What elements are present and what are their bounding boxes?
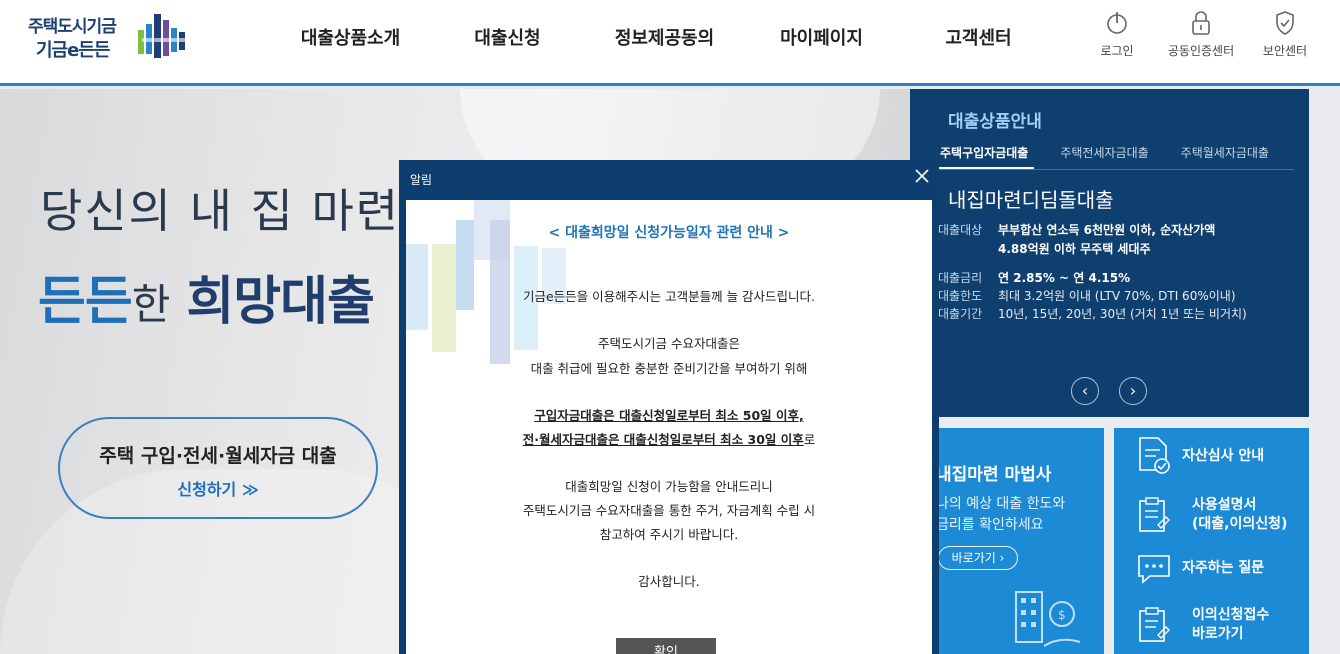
wizard-title: 내집마련 마법사 (936, 465, 1052, 485)
lock-icon (1192, 11, 1210, 35)
user-manual-label-line: 사용설명서 (1192, 497, 1257, 513)
clipboard-edit-icon (1139, 607, 1170, 642)
product-row-limit: 대출한도 최대 3.2억원 이내 (LTV 70%, DTI 60%이내) (938, 287, 1236, 304)
modal-paragraph: 주택도시기금 수요자대출을 통한 주거, 자금계획 수립 시 (522, 503, 816, 518)
modal-title: < 대출희망일 신청가능일자 관련 안내 > (548, 225, 790, 241)
logo-text-line2: 기금e든든 (36, 40, 110, 61)
wizard-desc-line: 나의 예상 대출 한도와 (936, 496, 1066, 512)
document-check-icon (1139, 437, 1170, 474)
tab-purchase-loan[interactable]: 주택구입자금대출 (934, 137, 1035, 169)
modal-emphasis: 구입자금대출은 대출신청일로부터 최소 50일 이후, (534, 408, 804, 423)
tab-monthly-rent-loan[interactable]: 주택월세자금대출 (1175, 137, 1275, 169)
row-value: 10년, 15년, 20년, 30년 (거치 1년 또는 비거치) (998, 307, 1247, 321)
close-icon[interactable] (913, 167, 931, 185)
hero-subheadline: 든든한 희망대출 (38, 259, 375, 334)
row-key: 대출기간 (938, 307, 983, 321)
site-header: 주택도시기금 기금e든든 대출상품소개 대출신청 정보제공동의 마이페이지 고객… (0, 0, 1340, 86)
modal-header: 알림 (410, 173, 433, 187)
row-key: 대출대상 (938, 223, 983, 237)
logo-text-line1: 주택도시기금 (28, 17, 117, 37)
modal-emphasis-tail: 로 (803, 432, 816, 447)
login-link[interactable]: 로그인 (1082, 10, 1152, 59)
asset-review-link[interactable]: 자산심사 안내 (1136, 434, 1306, 478)
certificate-center-label: 공동인증센터 (1167, 44, 1235, 58)
hero-subheadline-part: 든든 (38, 272, 133, 332)
svg-text:$: $ (1058, 608, 1066, 622)
utility-menu: 로그인 공동인증센터 보안센터 (1082, 10, 1320, 59)
apply-loan-button[interactable]: 주택 구입·전세·월세자금 대출 신청하기 ≫ (58, 417, 378, 519)
asset-review-label: 자산심사 안내 (1182, 447, 1265, 464)
nav-customer-center[interactable]: 고객센터 (900, 22, 1057, 52)
row-value: 연 2.85% ~ 연 4.15% (998, 271, 1131, 285)
product-name: 내집마련디딤돌대출 (948, 188, 1114, 212)
tab-jeonse-loan[interactable]: 주택전세자금대출 (1054, 137, 1154, 169)
main-navigation: 대출상품소개 대출신청 정보제공동의 마이페이지 고객센터 (272, 22, 1057, 52)
login-label: 로그인 (1100, 44, 1134, 58)
objection-link[interactable]: 이의신청접수바로가기 (1136, 600, 1306, 650)
security-center-link[interactable]: 보안센터 (1250, 10, 1320, 59)
product-row-period: 대출기간 10년, 15년, 20년, 30년 (거치 1년 또는 비거치) (938, 305, 1247, 322)
nav-mypage[interactable]: 마이페이지 (743, 22, 900, 52)
shield-icon (1276, 11, 1294, 35)
modal-emphasis-line: 전·월세자금대출은 대출신청일로부터 최소 30일 이후로 (406, 429, 932, 448)
loan-product-panel: 대출상품안내 주택구입자금대출 주택전세자금대출 주택월세자금대출 내집마련디딤… (910, 89, 1309, 417)
row-key: 대출한도 (938, 289, 983, 303)
objection-label-line: 바로가기 (1192, 626, 1244, 642)
objection-label-line: 이의신청접수 (1192, 607, 1270, 623)
product-prev-button[interactable]: ‹ (1071, 377, 1099, 405)
nav-loan-products[interactable]: 대출상품소개 (272, 22, 429, 52)
product-tabs: 주택구입자금대출 주택전세자금대출 주택월세자금대출 (934, 137, 1294, 170)
modal-emphasis: 전·월세자금대출은 대출신청일로부터 최소 30일 이후 (522, 432, 804, 447)
chat-bubble-icon (1138, 555, 1170, 584)
faq-label: 자주하는 질문 (1182, 559, 1265, 576)
modal-closing: 감사합니다. (638, 574, 700, 589)
user-manual-label-line: (대출,이의신청) (1192, 516, 1288, 532)
security-center-label: 보안센터 (1262, 44, 1308, 58)
confirm-button[interactable]: 확인 (616, 638, 716, 654)
product-panel-title: 대출상품안내 (948, 112, 1042, 132)
home-loan-wizard: 내집마련 마법사 나의 예상 대출 한도와 금리를 확인하세요 바로가기 › $ (910, 428, 1104, 654)
product-row-target-cont: 4.88억원 이하 무주택 세대주 (998, 240, 1151, 257)
nav-loan-apply[interactable]: 대출신청 (429, 22, 586, 52)
modal-paragraph: 기금e든든을 이용해주시는 고객분들께 늘 감사드립니다. (522, 289, 816, 304)
product-row-rate: 대출금리 연 2.85% ~ 연 4.15% (938, 269, 1130, 286)
modal-paragraph: 대출 취급에 필요한 충분한 준비기간을 부여하기 위해 (530, 361, 808, 376)
wizard-description: 나의 예상 대출 한도와 금리를 확인하세요 (936, 494, 1065, 536)
apply-loan-link: 신청하기 ≫ (177, 480, 259, 499)
apply-loan-title: 주택 구입·전세·월세자금 대출 (99, 445, 337, 467)
certificate-center-link[interactable]: 공동인증센터 (1166, 10, 1236, 59)
faq-link[interactable]: 자주하는 질문 (1136, 546, 1306, 590)
clipboard-icon (1139, 497, 1170, 532)
modal-paragraph: 참고하여 주시기 바랍니다. (599, 527, 739, 542)
row-value: 4.88억원 이하 무주택 세대주 (998, 242, 1151, 256)
building-money-icon: $ (1015, 591, 1081, 647)
user-manual-label: 사용설명서 (대출,이의신청) (1182, 496, 1287, 534)
hero-subheadline-part: 한 (131, 280, 171, 329)
site-logo[interactable]: 주택도시기금 기금e든든 (28, 10, 198, 66)
wizard-go-button[interactable]: 바로가기 › (938, 546, 1018, 570)
row-value: 부부합산 연소득 6천만원 이하, 순자산가액 (998, 223, 1216, 237)
logo-mark-icon (138, 14, 186, 58)
row-value: 최대 3.2억원 이내 (LTV 70%, DTI 60%이내) (998, 289, 1236, 303)
product-next-button[interactable]: › (1119, 377, 1147, 405)
product-row-target: 대출대상 부부합산 연소득 6천만원 이하, 순자산가액 (938, 221, 1215, 238)
nav-info-consent[interactable]: 정보제공동의 (586, 22, 743, 52)
power-icon (1107, 12, 1127, 34)
quick-menu: 자산심사 안내 사용설명서 (대출,이의신청) 자주하는 질문 이의신청접수바로가… (1114, 428, 1309, 654)
wizard-desc-line: 금리를 확인하세요 (936, 517, 1044, 533)
row-key: 대출금리 (938, 271, 983, 285)
modal-paragraph: 주택도시기금 수요자대출은 (598, 336, 740, 351)
modal-paragraph: 대출희망일 신청이 가능함을 안내드리니 (565, 479, 773, 494)
hero-headline: 당신의 내 집 마련 (40, 184, 401, 238)
hero-subheadline-part: 희망대출 (186, 272, 374, 332)
notice-modal: 알림 < 대출희망일 신청가능일자 관련 안내 > 기금e든든을 이용해주시는 … (399, 160, 939, 654)
user-manual-link[interactable]: 사용설명서 (대출,이의신청) (1136, 490, 1306, 540)
objection-label: 이의신청접수바로가기 (1182, 606, 1269, 644)
modal-body: < 대출희망일 신청가능일자 관련 안내 > 기금e든든을 이용해주시는 고객분… (406, 200, 932, 654)
